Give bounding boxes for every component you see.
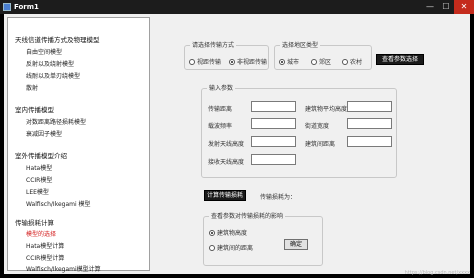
params-group: 输入参数 传输距离 载波频率 发射天线高度 接收天线高度 建筑物平均高度 街道宽… xyxy=(201,84,397,178)
area-group: 选择地区类型 城市 郊区 农村 xyxy=(274,41,372,70)
street-width-input[interactable] xyxy=(347,118,392,129)
label-street-width: 街道宽度 xyxy=(305,123,330,130)
tree-category-loss-calc[interactable]: 传输损耗计算 xyxy=(15,217,54,227)
close-button[interactable]: ✕ xyxy=(454,0,474,14)
rx-height-input[interactable] xyxy=(251,154,296,165)
label-distance: 传输距离 xyxy=(208,106,233,113)
tree-category-outdoor[interactable]: 室外传播模型介绍 xyxy=(15,150,67,160)
nav-tree[interactable]: 天线信道传播方式及物理模型 自由空间模型 反射以及绕射模型 线耐以及单刃绕模型 … xyxy=(7,17,150,273)
confirm-button[interactable]: 确定 xyxy=(284,239,308,250)
app-icon xyxy=(3,3,11,11)
tree-item-scattering[interactable]: 散射 xyxy=(26,83,38,92)
window-title: Form1 xyxy=(14,3,39,11)
label-tx-height: 发射天线高度 xyxy=(208,141,245,148)
area-legend: 选择地区类型 xyxy=(280,41,321,50)
tree-item-model-select[interactable]: 模型的选择 xyxy=(26,229,56,238)
radio-building-spacing[interactable]: 建筑间的距离 xyxy=(209,243,253,252)
tree-item-attenuation-factor[interactable]: 衰减因子模型 xyxy=(26,129,62,138)
tree-item-ccir-calc[interactable]: CCIR模型计算 xyxy=(26,253,64,262)
tree-item-ccir[interactable]: CCIR模型 xyxy=(26,175,52,184)
tree-item-lee[interactable]: LEE模型 xyxy=(26,187,49,196)
radio-building-height[interactable]: 建筑物高度 xyxy=(209,228,247,237)
distance-input[interactable] xyxy=(251,101,296,112)
watermark: https://blog.csdn.net/xxxx xyxy=(404,270,470,276)
building-height-input[interactable] xyxy=(347,101,392,112)
transmission-group: 请选择传输方式 视距传输 非视距传输 xyxy=(184,41,269,70)
view-group: 查看参数对传输损耗的影响 建筑物高度 建筑间的距离 确定 xyxy=(203,212,323,266)
frequency-input[interactable] xyxy=(251,118,296,129)
main-panel: 请选择传输方式 视距传输 非视距传输 选择地区类型 城市 郊区 农村 查看参数选… xyxy=(156,14,470,274)
transmission-legend: 请选择传输方式 xyxy=(190,41,237,50)
tree-item-hata-calc[interactable]: Hata模型计算 xyxy=(26,241,64,250)
tree-item-free-space[interactable]: 自由空间模型 xyxy=(26,47,62,56)
radio-urban[interactable]: 城市 xyxy=(279,57,299,66)
params-legend: 输入参数 xyxy=(207,84,236,93)
maximize-button[interactable]: ☐ xyxy=(438,0,454,14)
label-frequency: 载波频率 xyxy=(208,123,233,130)
tree-item-log-distance[interactable]: 对数距离路径损耗模型 xyxy=(26,117,86,126)
tx-height-input[interactable] xyxy=(251,136,296,147)
loss-result-label: 传输损耗为： xyxy=(260,194,297,201)
radio-rural[interactable]: 农村 xyxy=(342,57,362,66)
radio-los[interactable]: 视距传输 xyxy=(189,57,221,66)
title-bar: Form1 — ☐ ✕ xyxy=(0,0,474,14)
view-params-button[interactable]: 查看参数选择 xyxy=(376,54,424,65)
label-building-height: 建筑物平均高度 xyxy=(305,106,348,113)
client-area: 天线信道传播方式及物理模型 自由空间模型 反射以及绕射模型 线耐以及单刃绕模型 … xyxy=(4,14,470,274)
tree-item-walfisch-calc[interactable]: Walfisch/Ikegami模型计算 xyxy=(26,264,101,273)
tree-item-hata[interactable]: Hata模型 xyxy=(26,163,52,172)
tree-item-reflection[interactable]: 反射以及绕射模型 xyxy=(26,59,74,68)
tree-category-indoor[interactable]: 室内传播模型 xyxy=(15,104,54,114)
radio-nlos[interactable]: 非视距传输 xyxy=(229,57,267,66)
label-rx-height: 接收天线高度 xyxy=(208,159,245,166)
tree-item-walfisch[interactable]: Walfisch/Ikegami 模型 xyxy=(26,199,91,208)
tree-item-knife-edge[interactable]: 线耐以及单刃绕模型 xyxy=(26,71,80,80)
radio-suburban[interactable]: 郊区 xyxy=(311,57,331,66)
minimize-button[interactable]: — xyxy=(422,0,438,14)
view-legend: 查看参数对传输损耗的影响 xyxy=(209,212,286,221)
tree-category-propagation[interactable]: 天线信道传播方式及物理模型 xyxy=(15,34,100,44)
calc-loss-button[interactable]: 计算传输损耗 xyxy=(204,190,246,201)
label-building-spacing: 建筑间距离 xyxy=(305,141,336,148)
building-spacing-input[interactable] xyxy=(347,136,392,147)
